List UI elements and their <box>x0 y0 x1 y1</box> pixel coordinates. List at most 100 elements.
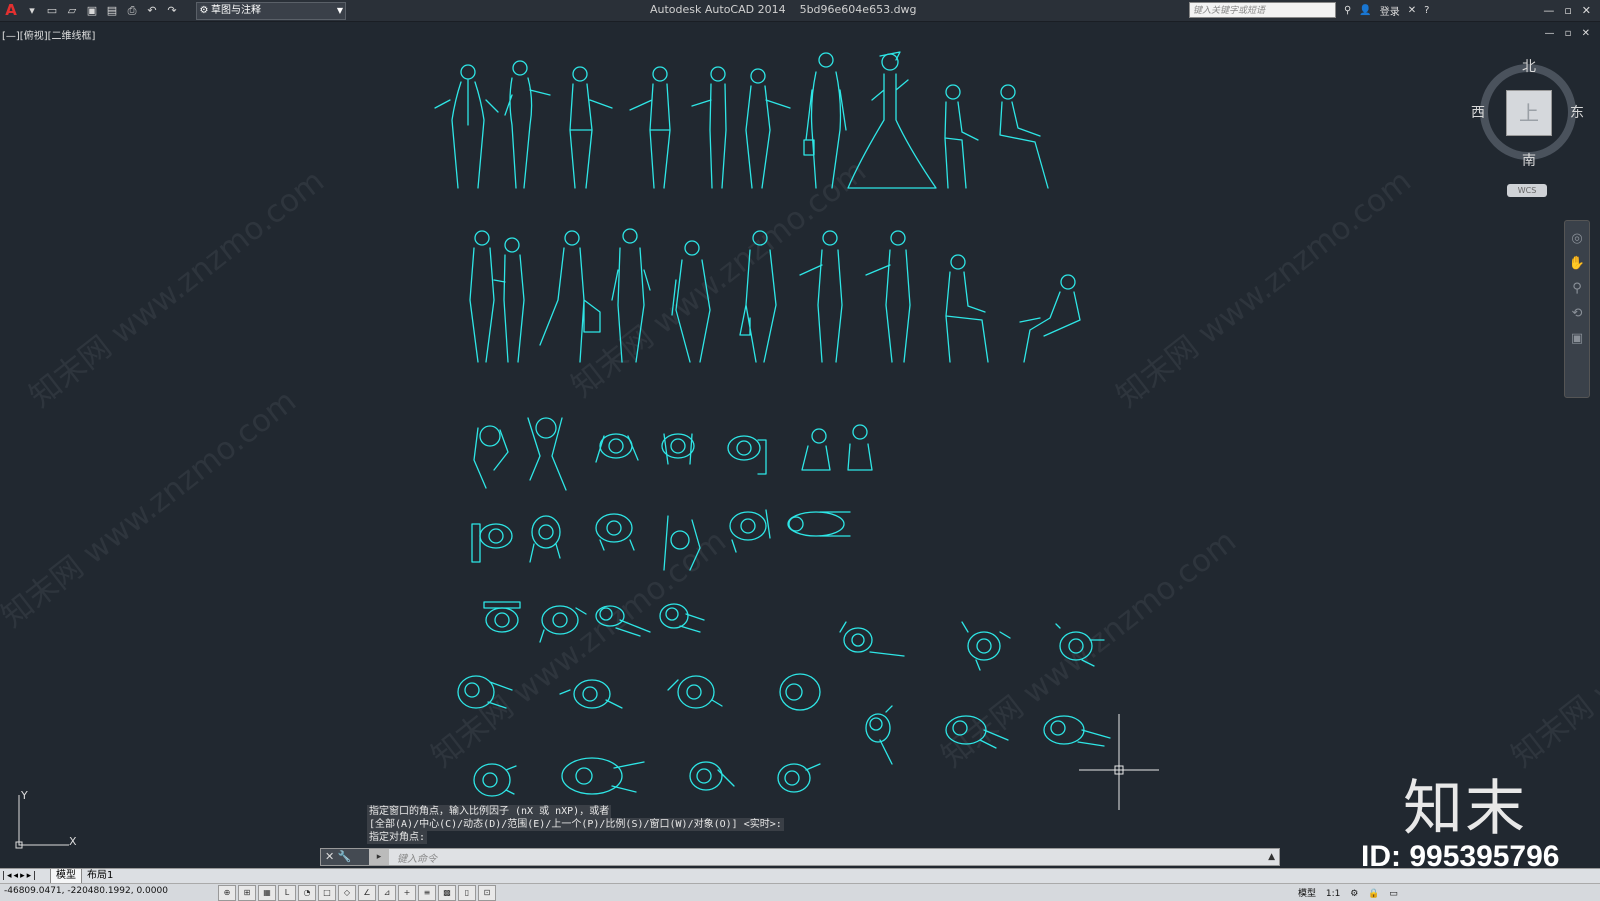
workspace-selector[interactable]: ⚙ 草图与注释 ▼ <box>196 2 346 20</box>
save-icon[interactable]: ▣ <box>85 4 99 18</box>
new-file-icon[interactable]: ▭ <box>45 4 59 18</box>
figure-elevation <box>945 254 989 363</box>
application-menu-button[interactable]: A <box>0 0 22 21</box>
open-file-icon[interactable]: ▱ <box>65 4 79 18</box>
save-as-icon[interactable]: ▤ <box>105 4 119 18</box>
figure-plan <box>945 715 1009 749</box>
workspace-switch-icon[interactable]: ⚙ <box>1350 889 1358 899</box>
figure-elevation <box>944 84 979 189</box>
window-title: Autodesk AutoCAD 2014 5bd96e604e653.dwg <box>650 3 917 16</box>
figure-plan <box>483 601 521 633</box>
grid-icon[interactable]: ▦ <box>258 885 276 901</box>
close-icon[interactable]: ✕ <box>325 850 334 863</box>
user-icon[interactable]: 👤 <box>1359 5 1371 16</box>
ortho-icon[interactable]: L <box>278 885 296 901</box>
command-prompt-icon[interactable]: ▸ <box>369 849 389 865</box>
lock-icon[interactable]: 🔒 <box>1368 889 1379 899</box>
ducs-icon[interactable]: ⊿ <box>378 885 396 901</box>
figure-plan <box>527 417 567 491</box>
workspace-label: 草图与注释 <box>211 5 261 16</box>
command-history-line: 指定对角点: <box>367 831 428 844</box>
figure-plan <box>777 763 821 793</box>
model-space-toggle[interactable]: 模型 <box>1298 889 1316 899</box>
figure-elevation <box>739 230 777 363</box>
transparency-icon[interactable]: ▩ <box>438 885 456 901</box>
help-icon[interactable]: ? <box>1424 5 1429 16</box>
title-bar: A ▾ ▭ ▱ ▣ ▤ ⎙ ↶ ↷ ⚙ 草图与注释 ▼ Autodesk Auto… <box>0 0 1600 22</box>
dyn-icon[interactable]: + <box>398 885 416 901</box>
figure-plan <box>689 761 735 791</box>
showmotion-icon[interactable]: ▣ <box>1571 331 1583 346</box>
maximize-icon[interactable]: ▫ <box>1564 4 1571 17</box>
compass-north-label[interactable]: 北 <box>1522 56 1536 76</box>
quick-access-toolbar: A ▾ ▭ ▱ ▣ ▤ ⎙ ↶ ↷ <box>0 0 182 21</box>
figure-plan <box>661 433 695 465</box>
layout-tabs-bar: |◂◂▸▸| 模型 布局1 <box>0 868 1600 884</box>
viewcube[interactable]: 上 北 南 东 西 <box>1471 56 1584 170</box>
figure-plan <box>595 433 639 463</box>
osnap-icon[interactable]: □ <box>318 885 336 901</box>
print-icon[interactable]: ⎙ <box>125 4 139 18</box>
wrench-icon[interactable]: 🔧 <box>338 850 352 863</box>
search-input[interactable]: 键入关键字或短语 <box>1189 2 1336 18</box>
minimize-icon[interactable]: — <box>1543 4 1554 17</box>
qp-icon[interactable]: ▯ <box>458 885 476 901</box>
infocenter-tools: ⚲ 👤 登录 ✕ ? <box>1340 0 1433 21</box>
zoom-icon[interactable]: ⚲ <box>1572 281 1582 296</box>
figure-plan <box>539 605 587 643</box>
tab-nav-arrows[interactable]: |◂◂▸▸| <box>2 869 38 883</box>
status-right: 模型 1:1 ⚙ 🔒 ▭ <box>1298 886 1405 899</box>
close-icon[interactable]: ✕ <box>1582 4 1591 17</box>
orbit-icon[interactable]: ⟲ <box>1572 306 1583 321</box>
figure-plan <box>595 513 635 551</box>
ucs-x-label: X <box>69 835 77 848</box>
figure-elevation <box>629 66 671 189</box>
dropdown-arrow-icon[interactable]: ▾ <box>25 4 39 18</box>
viewcube-top-face[interactable]: 上 <box>1506 90 1552 136</box>
figure-plan <box>1055 623 1105 667</box>
compass-west-label[interactable]: 西 <box>1471 102 1485 122</box>
figure-plan <box>561 757 645 795</box>
coordinates-readout[interactable]: -46809.0471, -220480.1992, 0.0000 <box>4 886 168 896</box>
annotation-scale[interactable]: 1:1 <box>1326 889 1340 899</box>
login-button[interactable]: 登录 <box>1380 3 1400 18</box>
figure-elevation <box>504 60 551 189</box>
brand-logo: 知末 <box>1403 774 1527 844</box>
status-bar: -46809.0471, -220480.1992, 0.0000 ⊕ ⊞ ▦ … <box>0 883 1600 901</box>
figure-plan <box>457 675 513 709</box>
figure-plan <box>529 515 561 563</box>
snap-icon[interactable]: ⊞ <box>238 885 256 901</box>
tab-layout1[interactable]: 布局1 <box>82 869 118 883</box>
polar-icon[interactable]: ◔ <box>298 885 316 901</box>
figure-plan <box>787 511 851 537</box>
figure-plan <box>663 515 701 571</box>
command-line: ✕ 🔧 ▸ 键入命令 ▲ <box>320 848 1280 866</box>
pan-icon[interactable]: ✋ <box>1569 256 1585 271</box>
figure-elevation <box>469 230 525 363</box>
wcs-menu-button[interactable]: WCS <box>1507 184 1547 197</box>
drawing-canvas[interactable] <box>0 22 1600 872</box>
otrack-icon[interactable]: ∠ <box>358 885 376 901</box>
compass-east-label[interactable]: 东 <box>1570 102 1584 122</box>
compass-south-label[interactable]: 南 <box>1522 150 1536 170</box>
figure-elevation <box>569 66 613 189</box>
ucs-y-label: Y <box>20 790 28 802</box>
command-line-controls: ✕ 🔧 <box>321 849 369 865</box>
window-controls: — ▫ ✕ <box>1538 0 1596 21</box>
undo-icon[interactable]: ↶ <box>145 4 159 18</box>
tab-model[interactable]: 模型 <box>50 869 82 884</box>
steering-wheel-icon[interactable]: ◎ <box>1571 231 1582 246</box>
redo-icon[interactable]: ↷ <box>165 4 179 18</box>
clean-screen-icon[interactable]: ▭ <box>1389 889 1398 899</box>
exchange-icon[interactable]: ✕ <box>1408 5 1416 16</box>
infer-constraints-icon[interactable]: ⊕ <box>218 885 236 901</box>
figure-plan <box>801 424 873 471</box>
3d-osnap-icon[interactable]: ◇ <box>338 885 356 901</box>
binoculars-icon[interactable]: ⚲ <box>1344 5 1351 16</box>
command-input[interactable]: 键入命令 <box>397 850 437 865</box>
figure-plan <box>473 763 517 797</box>
lineweight-icon[interactable]: ≡ <box>418 885 436 901</box>
chevron-up-icon[interactable]: ▲ <box>1268 849 1275 865</box>
sc-icon[interactable]: ⊡ <box>478 885 496 901</box>
drafting-toggles: ⊕ ⊞ ▦ L ◔ □ ◇ ∠ ⊿ + ≡ ▩ ▯ ⊡ <box>218 885 498 901</box>
